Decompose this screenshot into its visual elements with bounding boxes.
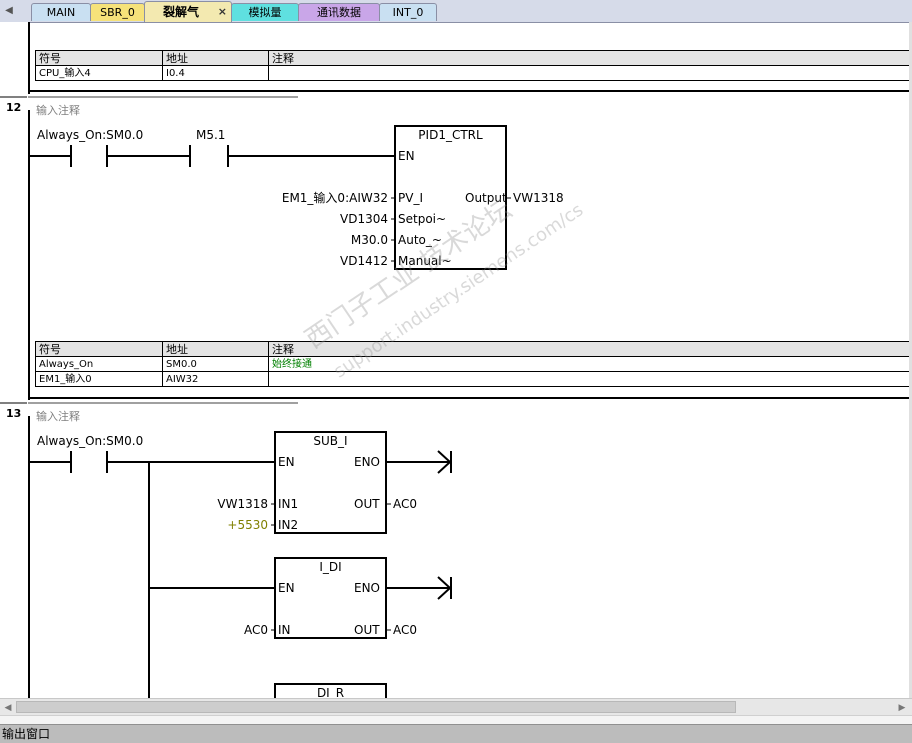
table-row[interactable]: Always_On SM0.0 始终接通 <box>35 356 912 372</box>
header-address: 地址 <box>162 50 269 66</box>
pid-box-title: PID1_CTRL <box>418 128 483 142</box>
tab-analog[interactable]: 模拟量 <box>231 3 299 21</box>
cell-symbol: EM1_输入0 <box>35 371 163 387</box>
tab-main[interactable]: MAIN <box>31 3 91 21</box>
i-di-pin-out: OUT <box>354 623 380 637</box>
sub-i-pin-eno: ENO <box>354 455 381 469</box>
cell-address: AIW32 <box>162 371 269 387</box>
sub-i-operand-in2[interactable]: +5530 <box>168 518 268 532</box>
header-symbol: 符号 <box>35 341 163 357</box>
power-rail-top <box>28 22 30 94</box>
tab-sbr0[interactable]: SBR_0 <box>90 3 145 21</box>
scroll-right-arrow-icon[interactable]: ▶ <box>896 702 908 714</box>
header-symbol: 符号 <box>35 50 163 66</box>
pid-pin-en: EN <box>398 149 415 163</box>
sub-i-pin-in1: IN1 <box>278 497 299 511</box>
output-window-title: 输出窗口 <box>2 727 51 741</box>
gutter-separator <box>0 96 27 98</box>
pid-operand-setpoint[interactable]: VD1304 <box>240 212 388 226</box>
tab-int0[interactable]: INT_0 <box>379 3 437 21</box>
tab-label: 通讯数据 <box>317 6 361 19</box>
i-di-operand-in[interactable]: AC0 <box>168 623 268 637</box>
tab-label: 裂解气 <box>162 5 199 19</box>
symbol-table-network-11: 符号 地址 注释 CPU_输入4 I0.4 <box>35 50 912 81</box>
gutter-separator <box>0 402 27 404</box>
table-row[interactable]: CPU_输入4 I0.4 <box>35 65 912 81</box>
i-di-pin-eno: ENO <box>354 581 381 595</box>
header-comment: 注释 <box>268 50 912 66</box>
cell-comment <box>268 371 912 387</box>
i-di-pin-en: EN <box>278 581 295 595</box>
sub-i-pin-out: OUT <box>354 497 380 511</box>
sub-i-operand-out[interactable]: AC0 <box>393 497 417 511</box>
pid-pin-pv: PV_I <box>398 191 423 205</box>
tab-comm-data[interactable]: 通讯数据 <box>298 3 380 21</box>
close-icon[interactable]: × <box>218 2 227 22</box>
table-header-row: 符号 地址 注释 <box>35 341 912 357</box>
sub-i-pin-in2: IN2 <box>278 518 299 532</box>
sub-i-title: SUB_I <box>313 434 348 448</box>
cell-symbol: CPU_输入4 <box>35 65 163 81</box>
ladder-network-13-graphics <box>30 431 452 698</box>
pid-operand-auto[interactable]: M30.0 <box>240 233 388 247</box>
scrollbar-thumb[interactable] <box>16 701 736 713</box>
tab-active-pyrolysis-gas[interactable]: 裂解气 × <box>144 1 232 22</box>
i-di-pin-in: IN <box>278 623 291 637</box>
cell-symbol: Always_On <box>35 356 163 372</box>
sub-i-pin-en: EN <box>278 455 295 469</box>
sub-i-operand-in1[interactable]: VW1318 <box>168 497 268 511</box>
table-header-row: 符号 地址 注释 <box>35 50 912 66</box>
tab-scroll-left-icon[interactable]: ◀ <box>3 3 15 19</box>
output-window-bar[interactable]: 输出窗口 <box>0 724 912 743</box>
editor-tab-bar: ◀ MAIN SBR_0 裂解气 × 模拟量 通讯数据 INT_0 <box>0 0 912 23</box>
cell-address: SM0.0 <box>162 356 269 372</box>
network-bottom-line <box>28 397 912 399</box>
tab-label: INT_0 <box>392 6 424 19</box>
tab-label: MAIN <box>46 6 76 19</box>
pid-pin-setpoint: Setpoi~ <box>398 212 447 226</box>
pid-operand-output[interactable]: VW1318 <box>513 191 564 205</box>
horizontal-scrollbar[interactable]: ◀ ▶ <box>0 698 912 716</box>
cell-address: I0.4 <box>162 65 269 81</box>
i-di-title: I_DI <box>319 560 342 574</box>
network-separator <box>28 402 298 404</box>
table-row[interactable]: EM1_输入0 AIW32 <box>35 371 912 387</box>
symbol-table-network-12: 符号 地址 注释 Always_On SM0.0 始终接通 EM1_输入0 AI… <box>35 341 912 387</box>
cell-comment <box>268 65 912 81</box>
pid-operand-pv[interactable]: EM1_输入0:AIW32 <box>240 191 388 205</box>
tab-label: SBR_0 <box>100 6 135 19</box>
pid-operand-manual[interactable]: VD1412 <box>240 254 388 268</box>
network-separator <box>28 96 298 98</box>
scroll-left-arrow-icon[interactable]: ◀ <box>2 702 14 714</box>
network-bottom-line <box>28 90 912 92</box>
tab-label: 模拟量 <box>248 6 282 19</box>
header-address: 地址 <box>162 341 269 357</box>
i-di-operand-out[interactable]: AC0 <box>393 623 417 637</box>
